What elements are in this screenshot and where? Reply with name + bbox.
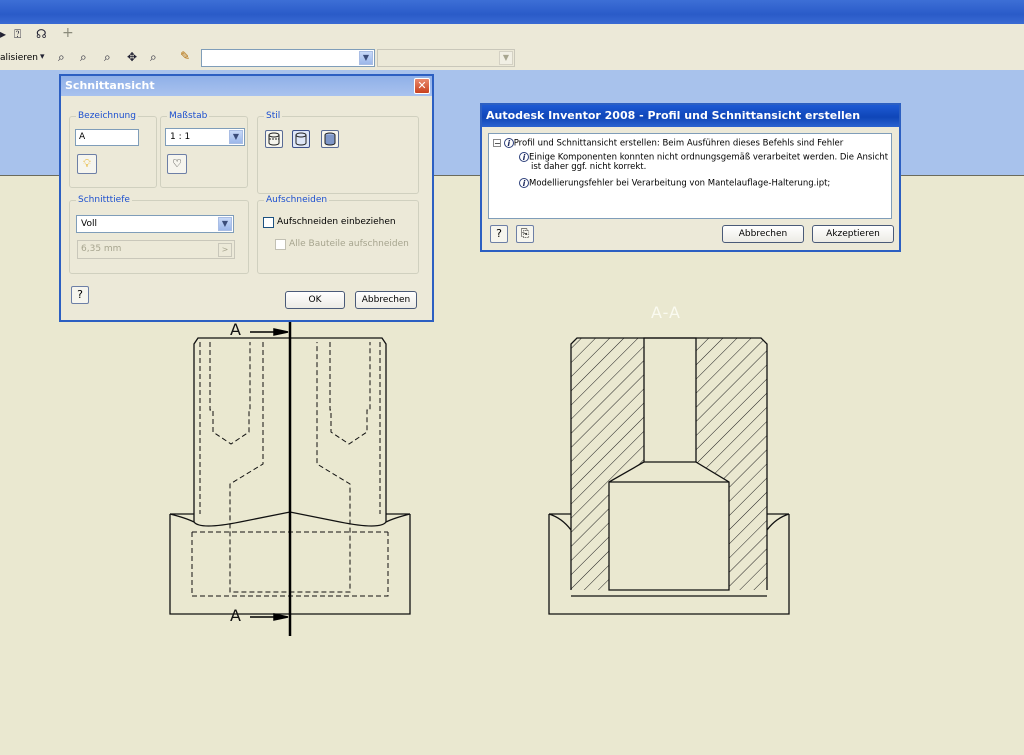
tree-message-1-line-1: Einige Komponenten konnten nicht ordnung… bbox=[529, 152, 889, 163]
style-hidden-removed-button[interactable] bbox=[292, 130, 310, 148]
section-marker-top: A bbox=[230, 320, 241, 339]
cancel-button[interactable]: Abbrechen bbox=[355, 291, 417, 309]
aufschneiden-group: Aufschneiden bbox=[257, 194, 419, 274]
layer-combo: ▼ bbox=[377, 49, 515, 67]
error-tree[interactable]: − i Profil und Schnittansicht erstellen: … bbox=[488, 133, 892, 219]
section-marker-bottom: A bbox=[230, 606, 241, 625]
ok-button[interactable]: OK bbox=[285, 291, 345, 309]
schnitttiefe-value: Voll bbox=[81, 219, 97, 229]
bezeichnung-label: Bezeichnung bbox=[76, 110, 138, 122]
error-dialog: Autodesk Inventor 2008 - Profil und Schn… bbox=[480, 103, 901, 252]
dropdown-arrow-icon[interactable]: ▸ bbox=[0, 27, 6, 41]
collapse-icon[interactable]: − bbox=[493, 139, 501, 148]
tree-root-row[interactable]: − i Profil und Schnittansicht erstellen: … bbox=[493, 138, 843, 149]
cylinder-icon bbox=[295, 132, 307, 146]
copy-button[interactable]: ⎘ bbox=[516, 225, 534, 243]
section-view bbox=[548, 337, 790, 615]
massstab-label: Maßstab bbox=[167, 110, 210, 122]
massstab-select[interactable]: 1 : 1 ▼ bbox=[165, 128, 245, 146]
chevron-down-icon[interactable]: ▼ bbox=[218, 217, 232, 231]
toolbar-partial-label[interactable]: alisieren bbox=[0, 52, 38, 64]
error-dialog-titlebar[interactable]: Autodesk Inventor 2008 - Profil und Schn… bbox=[482, 105, 899, 127]
info-icon: i bbox=[503, 138, 514, 148]
zoom-all-icon[interactable]: ⌕ bbox=[58, 50, 65, 64]
schnitttiefe-label: Schnitttiefe bbox=[76, 194, 132, 206]
whats-this-icon[interactable]: ☊ bbox=[36, 27, 47, 41]
section-view-dialog: Schnittansicht ✕ Bezeichnung A 💡︎ Maßsta… bbox=[59, 74, 434, 322]
zoom-icon[interactable]: ⌕ bbox=[104, 50, 111, 64]
section-dialog-titlebar[interactable]: Schnittansicht bbox=[61, 76, 432, 96]
toolbar-view: alisieren ▾ ⌕ ⌕ ⌕ ✥ ⌕ ✎ ▼ ▼ bbox=[0, 46, 1024, 71]
stil-group: Stil bbox=[257, 110, 419, 194]
style-hidden-lines-button[interactable] bbox=[265, 130, 283, 148]
app-title-bar bbox=[0, 0, 1024, 24]
tree-message-2-text: Modellierungsfehler bei Verarbeitung von… bbox=[529, 178, 831, 189]
alle-bauteile-checkbox bbox=[275, 239, 286, 250]
chevron-down-icon[interactable]: ▼ bbox=[229, 130, 243, 144]
close-button[interactable]: ✕ bbox=[414, 78, 430, 94]
info-icon: i bbox=[519, 178, 529, 188]
styles-icon[interactable]: ✎ bbox=[180, 49, 190, 63]
help-icon: ? bbox=[496, 227, 502, 240]
error-dialog-title: Autodesk Inventor 2008 - Profil und Schn… bbox=[486, 109, 861, 122]
section-view-title: A-A bbox=[651, 303, 681, 322]
akzeptieren-button[interactable]: Akzeptieren bbox=[812, 225, 894, 243]
help-icon: ? bbox=[77, 288, 83, 301]
depth-input: 6,35 mm > bbox=[77, 240, 235, 259]
style-combo[interactable]: ▼ bbox=[201, 49, 375, 67]
chevron-down-icon: ▼ bbox=[499, 51, 513, 65]
zoom-selected-icon[interactable]: ⌕ bbox=[150, 50, 157, 64]
lightbulb-icon: 💡︎ bbox=[83, 157, 91, 170]
alle-bauteile-label: Alle Bauteile aufschneiden bbox=[289, 239, 409, 249]
lightbulb-icon: ♡ bbox=[172, 157, 182, 170]
help-icon[interactable]: ⍰ bbox=[14, 27, 21, 41]
tree-message-2[interactable]: i Modellierungsfehler bei Verarbeitung vo… bbox=[519, 178, 830, 189]
schnitttiefe-select[interactable]: Voll ▼ bbox=[76, 215, 234, 233]
label-visibility-button[interactable]: 💡︎ bbox=[77, 154, 97, 174]
depth-value: 6,35 mm bbox=[81, 244, 122, 254]
chevron-down-icon[interactable]: ▼ bbox=[359, 51, 373, 65]
cylinder-shaded-icon bbox=[324, 132, 336, 146]
chevron-right-icon: > bbox=[218, 243, 232, 257]
abbrechen-button[interactable]: Abbrechen bbox=[722, 225, 804, 243]
stil-label: Stil bbox=[264, 110, 283, 122]
bezeichnung-input[interactable]: A bbox=[75, 129, 139, 146]
style-shaded-button[interactable] bbox=[321, 130, 339, 148]
massstab-group: Maßstab bbox=[160, 110, 248, 188]
close-icon: ✕ bbox=[417, 79, 427, 92]
aufschneiden-einbeziehen-label[interactable]: Aufschneiden einbeziehen bbox=[277, 216, 396, 228]
copy-icon: ⎘ bbox=[520, 227, 530, 240]
scale-visibility-button[interactable]: ♡ bbox=[167, 154, 187, 174]
aufschneiden-einbeziehen-checkbox[interactable] bbox=[263, 217, 274, 228]
section-arrows bbox=[250, 328, 289, 621]
chevron-down-icon[interactable]: ▾ bbox=[40, 50, 45, 64]
cylinder-hidden-icon bbox=[268, 132, 280, 146]
tree-message-1[interactable]: i Einige Komponenten konnten nicht ordnun… bbox=[519, 152, 888, 163]
help-button[interactable]: ? bbox=[490, 225, 508, 243]
massstab-value: 1 : 1 bbox=[170, 132, 191, 142]
bezeichnung-group: Bezeichnung bbox=[69, 110, 157, 188]
schnitttiefe-group: Schnitttiefe bbox=[69, 194, 249, 274]
tree-message-1-line-2: ist daher ggf. nicht korrekt. bbox=[531, 162, 647, 172]
help-button[interactable]: ? bbox=[71, 286, 89, 304]
tree-root-message: Profil und Schnittansicht erstellen: Bei… bbox=[513, 138, 844, 149]
toolbar-top: ▸ ⍰ ☊ + bbox=[0, 24, 1024, 47]
section-dialog-title: Schnittansicht bbox=[65, 79, 155, 92]
add-icon[interactable]: + bbox=[62, 26, 74, 40]
zoom-window-icon[interactable]: ⌕ bbox=[80, 50, 87, 64]
info-icon: i bbox=[519, 152, 529, 162]
aufschneiden-label: Aufschneiden bbox=[264, 194, 330, 206]
pan-icon[interactable]: ✥ bbox=[127, 50, 137, 64]
